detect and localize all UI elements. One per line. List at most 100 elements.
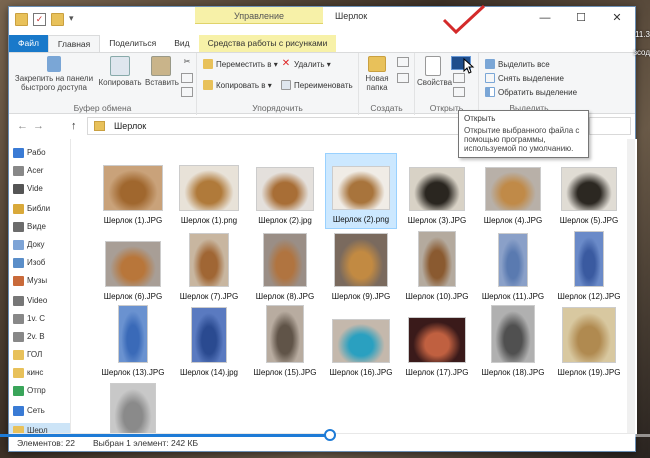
file-item[interactable]: Шерлок (1).png [173,153,245,229]
pin-button[interactable]: Закрепить на панели быстрого доступа [13,56,95,92]
file-item[interactable]: Шерлок (19).JPG [553,305,625,381]
forward-button[interactable]: → [33,120,44,132]
file-item[interactable]: Шерлок (2).jpg [249,153,321,229]
sidebar-item[interactable]: Музы [13,273,47,288]
qat-dropdown-icon[interactable]: ▾ [69,13,82,26]
image-thumbnail [332,166,390,210]
sidebar-item[interactable]: 1v. C [13,311,45,326]
sidebar-item[interactable]: Доку [13,237,45,252]
properties-button[interactable]: Свойства [417,56,452,87]
clipboard-group-label: Буфер обмена [73,103,132,113]
copy-to-button[interactable]: Копировать в ▾ [203,80,272,90]
file-item[interactable]: Шерлок (11).JPG [477,229,549,305]
sidebar-item-label: Video [27,296,48,305]
sidebar-item[interactable]: Video [13,293,47,308]
properties-check-icon[interactable]: ✓ [33,13,46,26]
search-input[interactable] [589,117,631,135]
file-item[interactable]: Шерлок (8).JPG [249,229,321,305]
file-item[interactable]: Шерлок (6).JPG [97,229,169,305]
file-item[interactable]: Шерлок (4).JPG [477,153,549,229]
maximize-button[interactable]: ☐ [563,7,599,29]
image-thumbnail [110,383,156,434]
select-all-label: Выделить все [498,59,550,69]
sidebar-item[interactable]: Изоб [13,255,45,270]
file-name: Шерлок (14).jpg [179,368,238,377]
new-folder-icon[interactable] [51,13,64,26]
clipboard-group: Закрепить на панели быстрого доступа Коп… [9,53,197,115]
history-icon[interactable] [453,87,465,97]
sidebar-item-label: Рабо [27,148,46,157]
file-item[interactable]: Шерлок (17).JPG [401,305,473,381]
video-progress-bar[interactable] [0,429,650,458]
file-item[interactable]: Шерлок (16).JPG [325,305,397,381]
file-item[interactable]: Шерлок (1).JPG [97,153,169,229]
delete-button[interactable]: ✕ Удалить ▾ [281,59,331,69]
tab-view[interactable]: Вид [165,35,198,52]
tab-home[interactable]: Главная [47,35,101,52]
file-name: Шерлок (18).JPG [481,368,545,377]
sidebar-item[interactable]: Библи [13,201,50,216]
minimize-button[interactable]: — [527,7,563,29]
file-item[interactable]: Шерлок (15).JPG [249,305,321,381]
sidebar-folder-icon [13,239,24,250]
copy-path-icon[interactable] [181,73,193,83]
sidebar-item[interactable]: ГОЛ [13,347,42,362]
file-item[interactable]: Шерлок (13).JPG [97,305,169,381]
sidebar-item[interactable]: Сеть [13,403,45,418]
file-item[interactable]: Шерлок (3).JPG [401,153,473,229]
new-folder-button[interactable]: Новая папка [361,56,393,92]
easy-access-icon[interactable] [397,73,409,83]
paste-shortcut-icon[interactable] [181,87,193,97]
file-name: Шерлок (5).JPG [559,216,619,225]
tab-share[interactable]: Поделиться [100,35,165,52]
file-item[interactable]: Шерлок (18).JPG [477,305,549,381]
progress-knob[interactable] [324,429,336,441]
cut-icon[interactable]: ✂ [181,57,193,66]
file-name: Шерлок (19).JPG [557,368,621,377]
sidebar-item-label: Сеть [27,406,45,415]
paste-button[interactable]: Вставить [145,56,179,87]
select-none-button[interactable]: Снять выделение [485,73,564,83]
file-name: Шерлок (4).JPG [483,216,543,225]
file-name: Шерлок (2).jpg [258,216,312,225]
new-item-icon[interactable] [397,57,409,67]
select-all-button[interactable]: Выделить все [485,59,550,69]
file-name: Шерлок (8).JPG [255,292,315,301]
sidebar-item[interactable]: Acer [13,163,43,178]
select-all-icon [485,59,495,69]
file-item[interactable]: Шерлок (9).JPG [325,229,397,305]
file-item[interactable]: Шерлок (12).JPG [553,229,625,305]
sidebar-item[interactable]: Отпр [13,383,46,398]
tooltip-title: Открыть [464,114,496,123]
sidebar-folder-icon [13,295,24,306]
sidebar-item[interactable]: 2v. B [13,329,45,344]
rename-button[interactable]: Переименовать [281,80,353,90]
file-item[interactable]: Шерлок (10).JPG [401,229,473,305]
up-button[interactable]: ↑ [71,120,77,132]
copy-button[interactable]: Копировать [97,56,143,87]
sidebar-item[interactable]: Виде [13,219,46,234]
image-thumbnail [498,233,528,287]
tab-file[interactable]: Файл [9,35,48,52]
taskbar-text: 11.3 [635,30,650,39]
invert-selection-button[interactable]: Обратить выделение [485,87,577,97]
sidebar-item[interactable]: кинс [13,365,43,380]
context-group-label: Управление [233,11,285,21]
sidebar-item[interactable]: Рабо [13,145,46,160]
file-item[interactable]: Шерлок (14).jpg [173,305,245,381]
sidebar-folder-icon [13,147,24,158]
file-item[interactable]: Шерлок (2).png [325,153,397,229]
file-name: Шерлок (6).JPG [103,292,163,301]
close-button[interactable]: ✕ [599,7,635,29]
file-item[interactable]: Шерлок (7).JPG [173,229,245,305]
vertical-scrollbar[interactable] [627,139,635,434]
back-button[interactable]: ← [17,120,28,132]
edit-icon[interactable] [453,73,465,83]
file-item[interactable]: Шерлок (5).JPG [553,153,625,229]
tab-picture-tools[interactable]: Средства работы с рисунками [198,35,337,52]
select-group: Выделить все Снять выделение Обратить вы… [479,53,579,115]
move-to-button[interactable]: Переместить в ▾ [203,59,278,69]
address-bar[interactable]: Шерлок [87,117,467,135]
sidebar-item[interactable]: Vide [13,181,43,196]
file-item[interactable] [97,381,169,434]
